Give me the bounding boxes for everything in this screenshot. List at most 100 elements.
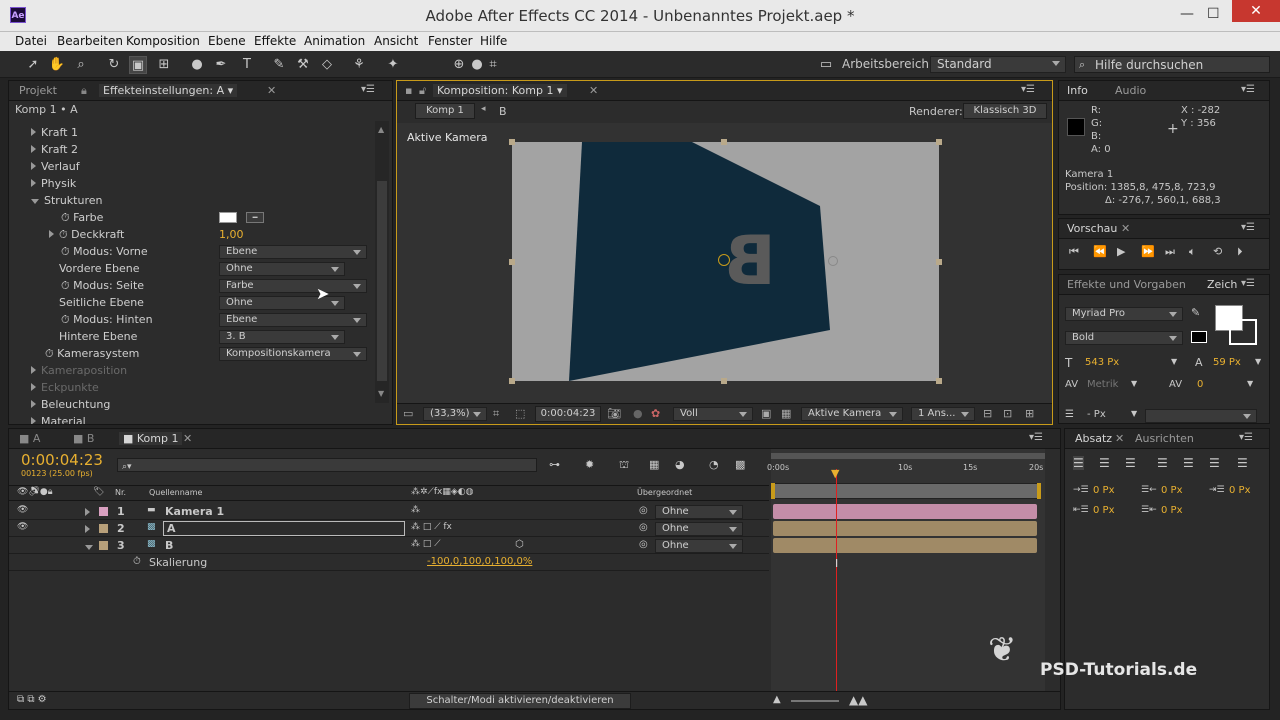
parent-dropdown[interactable]: Ohne bbox=[655, 539, 743, 553]
reset-exposure-icon[interactable]: ⊡ bbox=[1003, 407, 1012, 420]
tab-a[interactable]: ■ A bbox=[19, 432, 40, 445]
vordere-ebene-dropdown[interactable]: Ohne bbox=[219, 262, 345, 276]
camera-tool-icon[interactable]: ▣ bbox=[129, 56, 147, 74]
work-area[interactable] bbox=[771, 483, 1041, 499]
leading-value[interactable]: 59 Px bbox=[1213, 357, 1241, 368]
stamp-tool-icon[interactable]: ⚒ bbox=[294, 56, 312, 74]
next-frame-icon[interactable]: ⏩ bbox=[1141, 245, 1155, 258]
layer-bar-2[interactable] bbox=[773, 521, 1037, 536]
playhead[interactable] bbox=[836, 469, 837, 707]
play-icon[interactable]: ▶ bbox=[1117, 245, 1125, 258]
panel-menu-icon[interactable]: ▾☰ bbox=[1241, 84, 1255, 95]
layer-row[interactable]: 👁︎ 1 ▬ Kamera 1 ⁂ ◎ Ohne bbox=[9, 503, 769, 520]
minimize-button[interactable]: — bbox=[1180, 6, 1194, 22]
anchor-point-icon[interactable] bbox=[718, 254, 730, 266]
selection-tool-icon[interactable]: ➚ bbox=[24, 56, 42, 74]
graph-editor-icon[interactable]: ◔ bbox=[709, 458, 719, 471]
help-search-input[interactable]: ⌕ Hilfe durchsuchen bbox=[1074, 56, 1270, 73]
indent-right-value[interactable]: 0 Px bbox=[1161, 485, 1183, 496]
modus-hinten-dropdown[interactable]: Ebene bbox=[219, 313, 367, 327]
tab-komp1[interactable]: ■ Komp 1 bbox=[119, 432, 183, 445]
work-area-end[interactable] bbox=[1037, 483, 1041, 499]
tab-info[interactable]: Info bbox=[1067, 84, 1088, 97]
toggle-pixel-icon[interactable]: ⊟ bbox=[983, 407, 992, 420]
panel-menu-icon[interactable]: ▾☰ bbox=[1241, 278, 1255, 289]
group-kameraposition[interactable]: Kameraposition bbox=[31, 364, 127, 377]
pan-behind-tool-icon[interactable]: ⊞ bbox=[155, 56, 173, 74]
stroke-color-swatch[interactable] bbox=[1229, 319, 1257, 345]
timecode-display[interactable]: 0:00:04:23 bbox=[21, 451, 103, 469]
resolution-icon[interactable]: ⌗ bbox=[493, 407, 499, 421]
eyedropper-icon[interactable]: ✎ bbox=[1191, 306, 1200, 319]
align-right-icon[interactable]: ☰ bbox=[1125, 456, 1136, 470]
justify-left-icon[interactable]: ☰ bbox=[1157, 456, 1168, 470]
view-axis-icon[interactable]: ⌗ bbox=[484, 56, 502, 74]
tab-align[interactable]: Ausrichten bbox=[1135, 432, 1194, 445]
eyedropper-icon[interactable]: ━ bbox=[246, 212, 264, 223]
eraser-tool-icon[interactable]: ◇ bbox=[318, 56, 336, 74]
zoom-tool-icon[interactable]: ⌕ bbox=[72, 56, 90, 74]
puppet-tool-icon[interactable]: ✦ bbox=[384, 56, 402, 74]
group-beleuchtung[interactable]: Beleuchtung bbox=[31, 398, 110, 411]
align-left-icon[interactable]: ☰ bbox=[1073, 456, 1084, 470]
toggle-switches-button[interactable]: Schalter/Modi aktivieren/deaktivieren bbox=[409, 693, 631, 709]
black-swatch[interactable] bbox=[1191, 331, 1207, 343]
tab-effects-presets[interactable]: Effekte und Vorgaben bbox=[1067, 278, 1186, 291]
layer-name[interactable]: Kamera 1 bbox=[165, 505, 224, 518]
panel-menu-icon[interactable]: ▾☰ bbox=[1021, 84, 1035, 95]
channel-icon[interactable]: ✿ bbox=[651, 407, 660, 420]
comp-mini-flowchart-icon[interactable]: ⊶ bbox=[549, 458, 560, 471]
justify-right-icon[interactable]: ☰ bbox=[1209, 456, 1220, 470]
layer-bar-3[interactable] bbox=[773, 538, 1037, 553]
maximize-button[interactable]: ☐ bbox=[1207, 6, 1220, 22]
menu-komposition[interactable]: Komposition bbox=[126, 34, 200, 48]
rotate-tool-icon[interactable]: ↻ bbox=[105, 56, 123, 74]
tab-character[interactable]: Zeich bbox=[1207, 278, 1237, 291]
lock-icon[interactable]: 🔓︎ bbox=[419, 84, 426, 98]
snapshot-icon[interactable]: 📷︎ bbox=[607, 407, 621, 420]
layer-name[interactable]: A bbox=[167, 522, 176, 535]
workspace-dropdown[interactable]: Standard bbox=[930, 56, 1066, 73]
layer-row[interactable]: 3 ▩ B ⁂ □ ⟋ ⬡ ◎ Ohne bbox=[9, 537, 769, 554]
parent-dropdown[interactable]: Ohne bbox=[655, 522, 743, 536]
renderer-button[interactable]: Klassisch 3D bbox=[963, 103, 1047, 119]
menu-ebene[interactable]: Ebene bbox=[208, 34, 246, 48]
tab-project[interactable]: Projekt bbox=[19, 84, 57, 97]
layer-row[interactable]: 👁︎ 2 ▩ A ⁂ □ ⟋ fx ◎ Ohne bbox=[9, 520, 769, 537]
kerning-value[interactable]: Metrik bbox=[1087, 379, 1118, 390]
draft-3d-icon[interactable]: ✹ bbox=[585, 458, 594, 471]
group-strukturen[interactable]: Strukturen bbox=[31, 194, 102, 207]
quality-dropdown[interactable]: Voll bbox=[673, 407, 753, 421]
close-button[interactable]: ✕ bbox=[1232, 0, 1280, 22]
tab-composition[interactable]: Komposition: Komp 1 ▾ bbox=[433, 84, 567, 97]
transparency-grid-icon[interactable]: ▦ bbox=[781, 407, 791, 420]
menu-animation[interactable]: Animation bbox=[304, 34, 365, 48]
kamerasystem-dropdown[interactable]: Kompositionskamera bbox=[219, 347, 367, 361]
ellipse-tool-icon[interactable]: ● bbox=[188, 56, 206, 74]
indent-left-value[interactable]: 0 Px bbox=[1093, 485, 1115, 496]
tab-effect-controls[interactable]: Effekteinstellungen: A ▾ bbox=[99, 84, 238, 97]
effect-scrollbar[interactable]: ▲ ▼ bbox=[375, 121, 389, 403]
loop-icon[interactable]: ⟲ bbox=[1213, 245, 1222, 258]
menu-datei[interactable]: Datei bbox=[15, 34, 47, 48]
hand-tool-icon[interactable]: ✋ bbox=[48, 56, 66, 74]
menu-ansicht[interactable]: Ansicht bbox=[374, 34, 418, 48]
property-row[interactable]: ⏱︎ Skalierung -100,0,100,0,100,0% bbox=[9, 554, 769, 571]
color-swatch[interactable] bbox=[219, 212, 237, 223]
tab-preview[interactable]: Vorschau bbox=[1067, 222, 1117, 235]
ram-preview-icon[interactable]: ⏵ bbox=[1237, 245, 1243, 259]
close-tab-icon[interactable]: ✕ bbox=[183, 432, 192, 445]
axis-mode-icon[interactable]: ⊕ bbox=[450, 56, 468, 74]
close-tab-icon[interactable]: ✕ bbox=[1115, 432, 1124, 445]
group-kraft2[interactable]: Kraft 2 bbox=[31, 143, 78, 156]
layer-name[interactable]: B bbox=[165, 539, 173, 552]
group-eckpunkte[interactable]: Eckpunkte bbox=[31, 381, 99, 394]
deckkraft-value[interactable]: 1,00 bbox=[219, 228, 244, 241]
work-area-start[interactable] bbox=[771, 483, 775, 499]
menu-effekte[interactable]: Effekte bbox=[254, 34, 296, 48]
panel-menu-icon[interactable]: ▾☰ bbox=[1241, 222, 1255, 233]
roto-brush-tool-icon[interactable]: ⚘ bbox=[350, 56, 368, 74]
pen-tool-icon[interactable]: ✒ bbox=[212, 56, 230, 74]
target-icon[interactable] bbox=[828, 256, 838, 266]
tab-audio[interactable]: Audio bbox=[1115, 84, 1146, 97]
